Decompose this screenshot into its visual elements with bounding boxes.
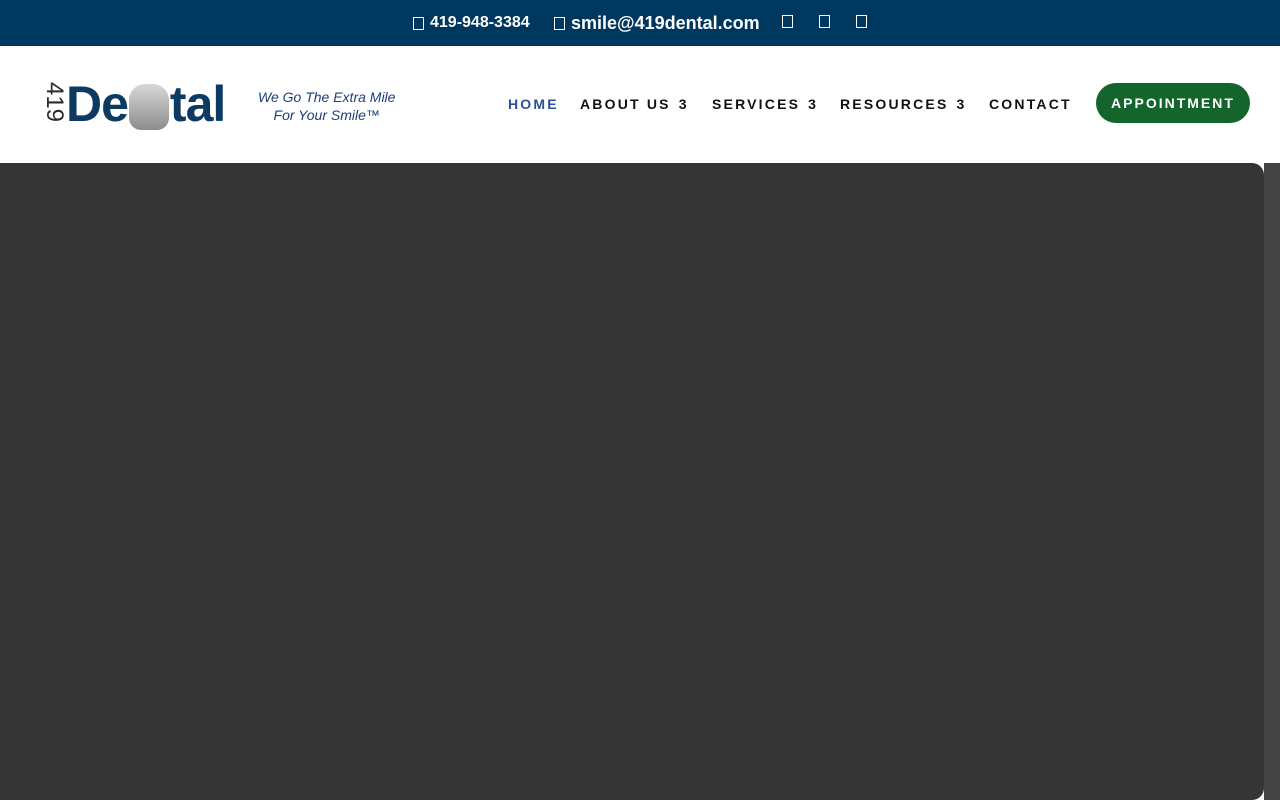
google-icon[interactable] (856, 15, 867, 28)
facebook-icon[interactable] (782, 15, 793, 28)
phone-link[interactable]: 419-948-3384 (413, 0, 530, 46)
logo-word-start: De (66, 76, 129, 132)
site-logo[interactable]: 419 De tal We Go The Extra Mile For Your… (36, 74, 396, 134)
site-header: 419 De tal We Go The Extra Mile For Your… (0, 46, 1280, 163)
nav-about-us-label: ABOUT US (580, 96, 671, 112)
nav-resources[interactable]: RESOURCES 3 (840, 96, 964, 112)
chevron-down-icon: 3 (808, 96, 816, 112)
logo-word-end: tal (169, 76, 226, 132)
email-link[interactable]: smile@419dental.com (554, 0, 760, 46)
phone-icon (413, 16, 424, 30)
top-contact-bar: 419-948-3384 smile@419dental.com (0, 0, 1280, 46)
logo-number: 419 (41, 81, 68, 123)
nav-services-label: SERVICES (712, 96, 801, 112)
hero-section (0, 163, 1264, 800)
phone-number: 419-948-3384 (430, 14, 530, 31)
nav-about-us[interactable]: ABOUT US 3 (580, 96, 687, 112)
appointment-button[interactable]: APPOINTMENT (1096, 83, 1250, 123)
nav-home[interactable]: HOME (508, 96, 559, 112)
email-address: smile@419dental.com (571, 12, 760, 33)
instagram-icon[interactable] (819, 15, 830, 28)
chevron-down-icon: 3 (678, 96, 687, 112)
tagline-line-1: We Go The Extra Mile (258, 89, 396, 105)
nav-contact[interactable]: CONTACT (989, 96, 1072, 112)
chevron-down-icon: 3 (956, 96, 965, 112)
logo-tagline: We Go The Extra Mile For Your Smile™ (258, 88, 395, 124)
page-scrollbar[interactable] (1264, 163, 1280, 800)
nav-services[interactable]: SERVICES 3 (712, 96, 816, 112)
logo-wordmark: De tal (66, 74, 226, 134)
tooth-icon (128, 84, 169, 130)
email-icon (554, 16, 565, 30)
tagline-line-2: For Your Smile™ (273, 107, 380, 123)
nav-resources-label: RESOURCES (840, 96, 949, 112)
